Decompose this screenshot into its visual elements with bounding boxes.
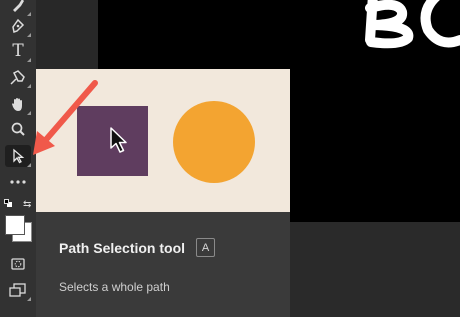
magnifier-icon (11, 122, 25, 136)
screen-mode[interactable] (5, 279, 31, 301)
tooltip-preview (36, 69, 290, 212)
tool-tooltip: Path Selection tool A Selects a whole pa… (36, 69, 290, 317)
arrow-cursor-icon (13, 148, 25, 164)
path-circle (173, 101, 255, 183)
tooltip-title: Path Selection tool (59, 240, 186, 256)
brush-icon (13, 0, 24, 12)
tools-panel: T ⇆ (0, 0, 36, 317)
pen-tool[interactable] (5, 15, 31, 37)
quick-mask[interactable] (5, 253, 31, 275)
quick-mask-icon (11, 258, 25, 270)
hand-icon (12, 98, 22, 111)
type-tool[interactable]: T (5, 40, 31, 62)
default-colors-icon[interactable] (4, 199, 12, 207)
screen-mode-icon (9, 283, 26, 297)
pin-icon (10, 70, 25, 85)
more-tools[interactable] (5, 171, 31, 193)
brush-tool[interactable] (5, 0, 31, 16)
swap-colors-icon[interactable]: ⇆ (23, 199, 31, 210)
type-icon: T (12, 41, 24, 61)
path-selection-tool[interactable] (5, 145, 31, 167)
zoom-tool[interactable] (5, 118, 31, 140)
color-swatches[interactable]: ⇆ (4, 199, 32, 243)
mouse-pointer-icon (110, 127, 127, 153)
shortcut-key-badge: A (196, 238, 215, 257)
tooltip-description: Selects a whole path (59, 280, 170, 294)
puppet-warp-tool[interactable] (5, 66, 31, 88)
hand-tool[interactable] (5, 93, 31, 115)
ellipsis-icon (10, 180, 26, 184)
pen-icon (12, 18, 25, 33)
foreground-color-swatch[interactable] (5, 215, 25, 235)
